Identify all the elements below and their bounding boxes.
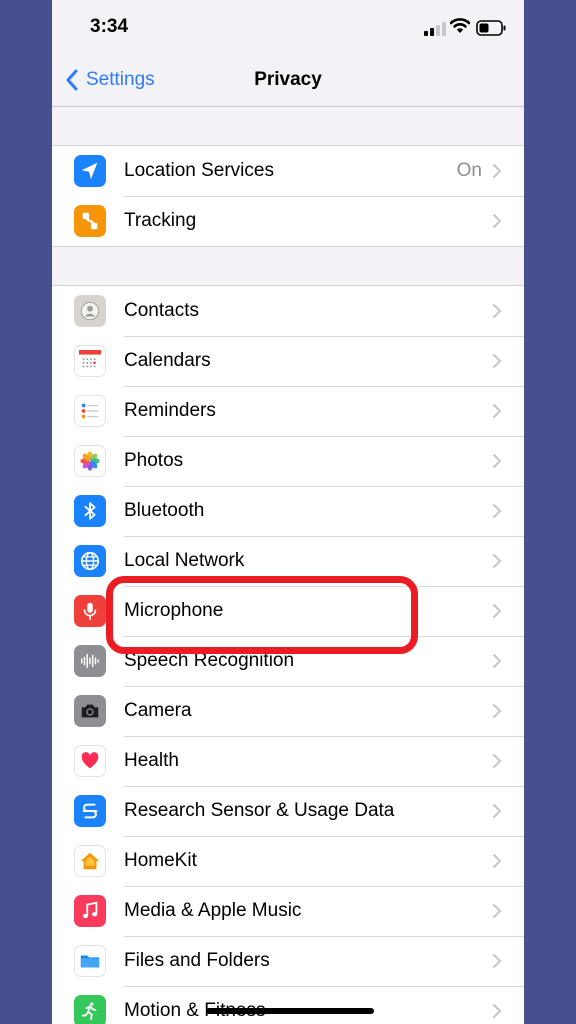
chevron-right-icon xyxy=(493,404,501,418)
row-label: Research Sensor & Usage Data xyxy=(124,800,395,821)
row-label: Tracking xyxy=(124,210,197,231)
chevron-right-icon xyxy=(493,604,501,618)
chevron-right-icon xyxy=(493,504,501,518)
chevron-right-icon xyxy=(493,804,501,818)
row-motion-fitness[interactable]: Motion & Fitness xyxy=(52,986,524,1024)
research-icon xyxy=(74,795,106,827)
row-research-sensor[interactable]: Research Sensor & Usage Data xyxy=(52,786,524,836)
chevron-right-icon xyxy=(493,854,501,868)
chevron-right-icon xyxy=(493,354,501,368)
folder-icon xyxy=(74,945,106,977)
row-camera[interactable]: Camera xyxy=(52,686,524,736)
chevron-right-icon xyxy=(493,214,501,228)
chevron-right-icon xyxy=(493,654,501,668)
chevron-right-icon xyxy=(493,954,501,968)
location-status-value: On xyxy=(456,160,482,181)
camera-icon xyxy=(74,695,106,727)
tracking-icon xyxy=(74,205,106,237)
chevron-right-icon xyxy=(493,704,501,718)
row-speech-recognition[interactable]: Speech Recognition xyxy=(52,636,524,686)
page-title: Privacy xyxy=(254,69,322,90)
reminders-icon xyxy=(74,395,106,427)
row-label: Media & Apple Music xyxy=(124,900,302,921)
heart-icon xyxy=(74,745,106,777)
running-figure-icon xyxy=(74,995,106,1024)
microphone-icon xyxy=(74,595,106,627)
chevron-right-icon xyxy=(493,754,501,768)
row-label: Files and Folders xyxy=(124,950,270,971)
row-label: Health xyxy=(124,750,179,771)
calendar-icon xyxy=(74,345,106,377)
row-label: Contacts xyxy=(124,300,199,321)
row-local-network[interactable]: Local Network xyxy=(52,536,524,586)
status-bar: 3:34 xyxy=(52,0,524,56)
chevron-right-icon xyxy=(493,304,501,318)
globe-icon xyxy=(74,545,106,577)
row-bluetooth[interactable]: Bluetooth xyxy=(52,486,524,536)
chevron-right-icon xyxy=(493,904,501,918)
battery-icon xyxy=(476,20,506,36)
row-media-apple-music[interactable]: Media & Apple Music xyxy=(52,886,524,936)
row-reminders[interactable]: Reminders xyxy=(52,386,524,436)
row-tracking[interactable]: Tracking xyxy=(52,196,524,246)
row-photos[interactable]: Photos xyxy=(52,436,524,486)
contacts-icon xyxy=(74,295,106,327)
row-health[interactable]: Health xyxy=(52,736,524,786)
row-label: HomeKit xyxy=(124,850,197,871)
row-calendars[interactable]: Calendars xyxy=(52,336,524,386)
navigation-bar: Settings Privacy xyxy=(52,56,524,107)
settings-group-location: Location Services On Tracking xyxy=(52,145,524,247)
chevron-right-icon xyxy=(493,454,501,468)
chevron-right-icon xyxy=(493,554,501,568)
row-label: Camera xyxy=(124,700,192,721)
row-label: Location Services xyxy=(124,160,274,181)
bluetooth-icon xyxy=(74,495,106,527)
row-label: Bluetooth xyxy=(124,500,205,521)
row-microphone[interactable]: Microphone xyxy=(52,586,524,636)
home-indicator xyxy=(206,1008,374,1014)
row-label: Reminders xyxy=(124,400,216,421)
photos-icon xyxy=(74,445,106,477)
row-label: Local Network xyxy=(124,550,245,571)
row-files-and-folders[interactable]: Files and Folders xyxy=(52,936,524,986)
phone-screen: 3:34 Settings Privacy Location Services … xyxy=(52,0,524,1024)
row-homekit[interactable]: HomeKit xyxy=(52,836,524,886)
chevron-right-icon xyxy=(493,1004,501,1018)
row-label: Calendars xyxy=(124,350,211,371)
row-label: Speech Recognition xyxy=(124,650,295,671)
music-note-icon xyxy=(74,895,106,927)
row-label: Photos xyxy=(124,450,184,471)
location-arrow-icon xyxy=(74,155,106,187)
row-contacts[interactable]: Contacts xyxy=(52,286,524,336)
wifi-icon xyxy=(450,18,470,33)
cellular-signal-icon xyxy=(424,22,446,36)
row-location-services[interactable]: Location Services On xyxy=(52,146,524,196)
row-label: Microphone xyxy=(124,600,224,621)
house-icon xyxy=(74,845,106,877)
waveform-icon xyxy=(74,645,106,677)
settings-group-app-permissions: Contacts Calendars Reminders Photos Blue… xyxy=(52,285,524,1024)
status-time: 3:34 xyxy=(90,16,129,37)
chevron-right-icon xyxy=(493,164,501,178)
